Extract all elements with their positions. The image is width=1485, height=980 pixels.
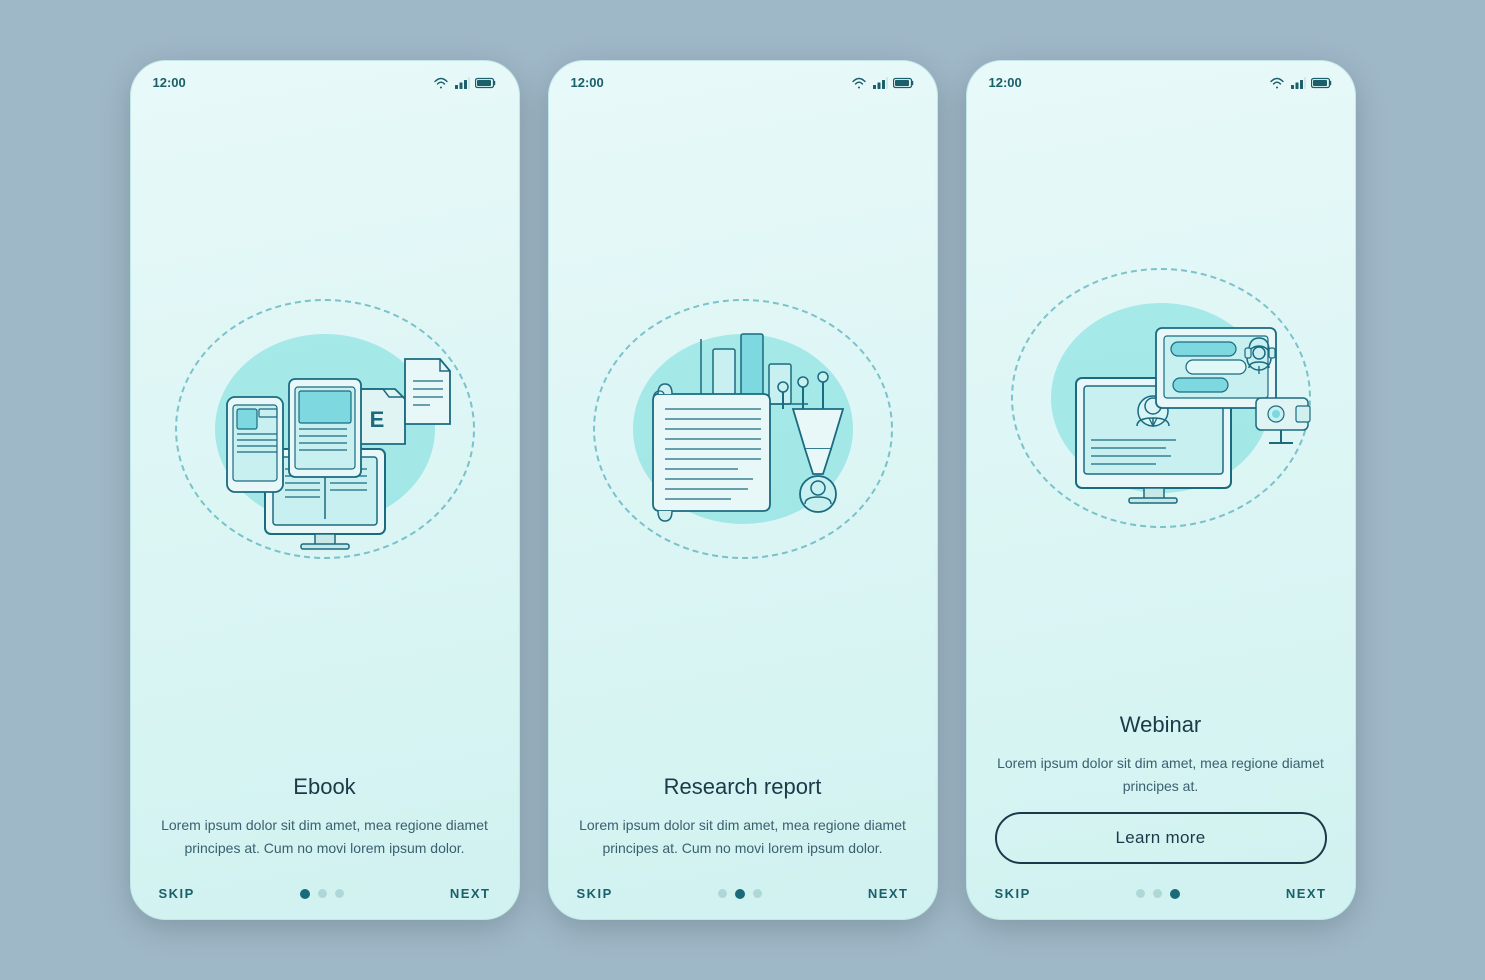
webinar-illustration — [967, 96, 1355, 700]
webinar-title: Webinar — [995, 712, 1327, 738]
webinar-bottom-nav: SKIP NEXT — [967, 874, 1355, 919]
webinar-content: Webinar Lorem ipsum dolor sit dim amet, … — [967, 700, 1355, 874]
dot-3-2 — [1153, 889, 1162, 898]
ebook-illustration: E — [131, 96, 519, 762]
time-2: 12:00 — [571, 75, 604, 90]
ebook-next-btn[interactable]: NEXT — [450, 886, 491, 901]
webinar-skip-btn[interactable]: SKIP — [995, 886, 1031, 901]
research-screen: 12:00 — [548, 60, 938, 920]
status-icons-2 — [851, 77, 915, 89]
dot-1-3 — [335, 889, 344, 898]
wifi-icon-3 — [1269, 77, 1285, 89]
signal-icon-1 — [454, 77, 470, 89]
status-bar-1: 12:00 — [131, 61, 519, 96]
webinar-dots — [1136, 889, 1180, 899]
webinar-screen: 12:00 — [966, 60, 1356, 920]
research-bottom-nav: SKIP NEXT — [549, 874, 937, 919]
research-illustration — [549, 96, 937, 762]
status-bar-2: 12:00 — [549, 61, 937, 96]
dot-2-active — [735, 889, 745, 899]
research-dots — [718, 889, 762, 899]
dot-1-2 — [318, 889, 327, 898]
research-content: Research report Lorem ipsum dolor sit di… — [549, 762, 937, 874]
dot-1-active — [300, 889, 310, 899]
status-icons-1 — [433, 77, 497, 89]
signal-icon-3 — [1290, 77, 1306, 89]
research-svg — [583, 309, 903, 559]
battery-icon-3 — [1311, 77, 1333, 89]
screens-container: 12:00 — [130, 60, 1356, 920]
time-1: 12:00 — [153, 75, 186, 90]
status-bar-3: 12:00 — [967, 61, 1355, 96]
dot-2-3 — [753, 889, 762, 898]
webinar-description: Lorem ipsum dolor sit dim amet, mea regi… — [995, 752, 1327, 798]
webinar-svg — [1001, 278, 1321, 528]
dot-2-1 — [718, 889, 727, 898]
dot-3-1 — [1136, 889, 1145, 898]
ebook-bottom-nav: SKIP NEXT — [131, 874, 519, 919]
ebook-description: Lorem ipsum dolor sit dim amet, mea regi… — [159, 814, 491, 860]
ebook-title: Ebook — [159, 774, 491, 800]
ebook-svg: E — [165, 309, 485, 559]
learn-more-button[interactable]: Learn more — [995, 812, 1327, 864]
research-title: Research report — [577, 774, 909, 800]
battery-icon-2 — [893, 77, 915, 89]
signal-icon-2 — [872, 77, 888, 89]
ebook-skip-btn[interactable]: SKIP — [159, 886, 195, 901]
status-icons-3 — [1269, 77, 1333, 89]
webinar-next-btn[interactable]: NEXT — [1286, 886, 1327, 901]
wifi-icon-1 — [433, 77, 449, 89]
research-description: Lorem ipsum dolor sit dim amet, mea regi… — [577, 814, 909, 860]
ebook-screen: 12:00 — [130, 60, 520, 920]
battery-icon-1 — [475, 77, 497, 89]
wifi-icon-2 — [851, 77, 867, 89]
dot-3-active — [1170, 889, 1180, 899]
ebook-dots — [300, 889, 344, 899]
svg-text:E: E — [369, 407, 384, 432]
research-next-btn[interactable]: NEXT — [868, 886, 909, 901]
research-skip-btn[interactable]: SKIP — [577, 886, 613, 901]
time-3: 12:00 — [989, 75, 1022, 90]
ebook-content: Ebook Lorem ipsum dolor sit dim amet, me… — [131, 762, 519, 874]
